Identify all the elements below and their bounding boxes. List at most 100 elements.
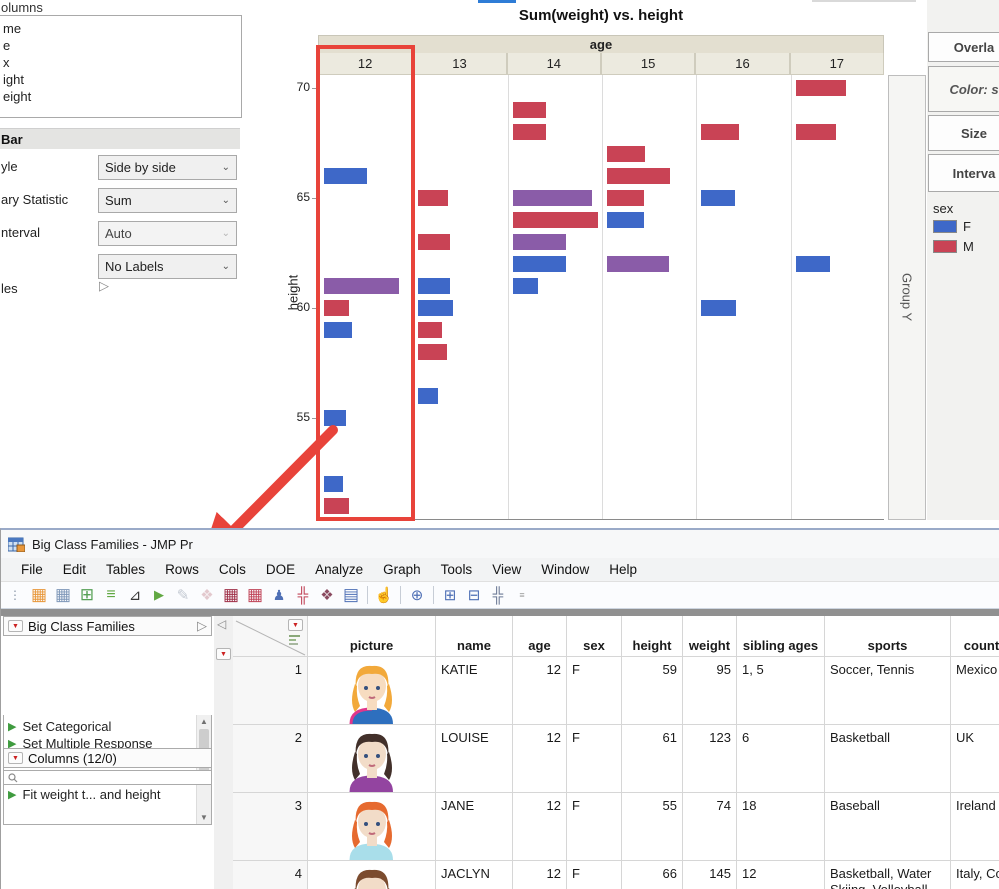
cell-siblings[interactable]: 6 [737, 725, 825, 793]
table-panel-header[interactable]: ▼ Big Class Families ▷ [3, 616, 212, 636]
chart-bar-age13-h60[interactable] [418, 300, 454, 316]
chart-bar-age14-h69[interactable] [512, 102, 546, 118]
menu-help[interactable]: Help [599, 559, 647, 580]
variable-list-item[interactable]: ight [2, 71, 241, 88]
cell-sex[interactable]: F [567, 657, 622, 725]
chart-bar-age13-h61[interactable] [418, 278, 451, 294]
columns-panel-header[interactable]: ▼ Columns (12/0) [3, 748, 212, 768]
graph-builder-icon[interactable]: ▤ [340, 584, 362, 606]
columns-red-triangle[interactable]: ▼ [288, 619, 303, 631]
cell-weight[interactable]: 123 [683, 725, 737, 793]
join-icon[interactable]: ▶ [148, 584, 170, 606]
chart-bar-age15-h66[interactable] [607, 168, 670, 184]
chart-bar-age15-h64[interactable] [607, 212, 644, 228]
column-header-country[interactable]: count [951, 616, 999, 657]
tile-windows-icon[interactable]: ⊞ [76, 584, 98, 606]
column-header-siblings[interactable]: sibling ages [737, 616, 825, 657]
new-data-table-icon[interactable]: ▦ [28, 584, 50, 606]
plot-axes-icon[interactable]: ⊿ [124, 584, 146, 606]
row-number-cell[interactable]: 2 [233, 725, 308, 793]
grid-corner-cell[interactable]: ▼ [233, 616, 308, 657]
cell-name[interactable]: LOUISE [436, 725, 513, 793]
group-y-dropzone[interactable]: Group Y [888, 75, 926, 520]
sort-icon[interactable]: ≡ [100, 584, 122, 606]
cell-name[interactable]: JACLYN [436, 861, 513, 889]
chart-bar-age17-h70[interactable] [795, 80, 846, 96]
column-header-sports[interactable]: sports [825, 616, 951, 657]
menu-cols[interactable]: Cols [209, 559, 256, 580]
fit-model-icon[interactable]: ╬ [292, 584, 314, 606]
cell-sex[interactable]: F [567, 793, 622, 861]
cell-sports[interactable]: Basketball, Water Skiing, Volleyball [825, 861, 951, 889]
legend-entry-F[interactable]: F [933, 219, 974, 234]
chart-bar-age14-h65[interactable] [512, 190, 592, 206]
cell-sports[interactable]: Baseball [825, 793, 951, 861]
cell-picture[interactable] [308, 793, 436, 861]
collapse-panel-icon[interactable]: ◁ [217, 617, 233, 631]
chart-bar-age15-h67[interactable] [607, 146, 645, 162]
cell-country[interactable]: Ireland [951, 793, 999, 861]
column-header-picture[interactable]: picture [308, 616, 436, 657]
column-header-sex[interactable]: sex [567, 616, 622, 657]
chart-bar-age14-h61[interactable] [512, 278, 538, 294]
column-header-weight[interactable]: weight [683, 616, 737, 657]
cell-sex[interactable]: F [567, 861, 622, 889]
legend-swatch[interactable] [933, 240, 957, 253]
rows-menu-red-triangle[interactable]: ▼ [216, 648, 231, 660]
roller-plus-icon[interactable]: ⊕ [406, 584, 428, 606]
variable-list-item[interactable]: me [2, 20, 241, 37]
cell-picture[interactable] [308, 657, 436, 725]
open-table-icon[interactable]: ▦ [52, 584, 74, 606]
chart-bar-age14-h63[interactable] [512, 234, 566, 250]
layout-icon[interactable]: ⊟ [463, 584, 485, 606]
size-button[interactable]: Size [928, 115, 999, 151]
menu-edit[interactable]: Edit [53, 559, 96, 580]
distribution-icon[interactable]: ♟ [268, 584, 290, 606]
variable-list-item[interactable]: x [2, 54, 241, 71]
cell-siblings[interactable]: 1, 5 [737, 657, 825, 725]
column-header-name[interactable]: name [436, 616, 513, 657]
chart-bar-age17-h68[interactable] [795, 124, 836, 140]
menu-tables[interactable]: Tables [96, 559, 155, 580]
cell-sports[interactable]: Soccer, Tennis [825, 657, 951, 725]
cell-weight[interactable]: 95 [683, 657, 737, 725]
cell-name[interactable]: KATIE [436, 657, 513, 725]
chart-bar-age13-h65[interactable] [418, 190, 449, 206]
run-script-icon[interactable]: ▶ [8, 788, 16, 801]
chart-bar-age13-h59[interactable] [418, 322, 443, 338]
menu-graph[interactable]: Graph [373, 559, 431, 580]
menu-view[interactable]: View [482, 559, 531, 580]
cell-height[interactable]: 66 [622, 861, 683, 889]
hand-tool-icon[interactable]: ☝ [373, 584, 395, 606]
interva-button[interactable]: Interva [928, 154, 999, 192]
cell-age[interactable]: 12 [513, 861, 567, 889]
menu-file[interactable]: File [11, 559, 53, 580]
cell-siblings[interactable]: 12 [737, 861, 825, 889]
cell-name[interactable]: JANE [436, 793, 513, 861]
builder-dropdown-4[interactable]: No Labels ⌄ [98, 254, 237, 279]
overla-button[interactable]: Overla [928, 32, 999, 62]
row-number-cell[interactable]: 1 [233, 657, 308, 725]
toolbar-overflow[interactable]: ≡ [511, 584, 533, 606]
cell-age[interactable]: 12 [513, 725, 567, 793]
cell-height[interactable]: 55 [622, 793, 683, 861]
cell-picture[interactable] [308, 861, 436, 889]
cell-age[interactable]: 12 [513, 793, 567, 861]
cell-weight[interactable]: 145 [683, 861, 737, 889]
chart-bar-age13-h56[interactable] [418, 388, 439, 404]
columns-search-input[interactable] [3, 770, 212, 785]
chart-bar-age17-h62[interactable] [795, 256, 830, 272]
chart-bar-age15-h62[interactable] [607, 256, 669, 272]
chart-bar-age14-h64[interactable] [512, 212, 598, 228]
window-titlebar[interactable]: Big Class Families - JMP Pr [1, 530, 999, 558]
builder-dropdown-2[interactable]: Sum ⌄ [98, 188, 237, 213]
partition-icon[interactable]: ❖ [316, 584, 338, 606]
design-table-icon[interactable]: ▦ [220, 584, 242, 606]
menu-doe[interactable]: DOE [256, 559, 305, 580]
chart-bar-age14-h68[interactable] [512, 124, 546, 140]
columns-menu-red-triangle[interactable]: ▼ [8, 752, 23, 764]
grid-icon[interactable]: ╬ [487, 584, 509, 606]
panel-expand-icon[interactable]: ▷ [197, 618, 207, 634]
legend-entry-M[interactable]: M [933, 239, 974, 254]
row-number-cell[interactable]: 3 [233, 793, 308, 861]
